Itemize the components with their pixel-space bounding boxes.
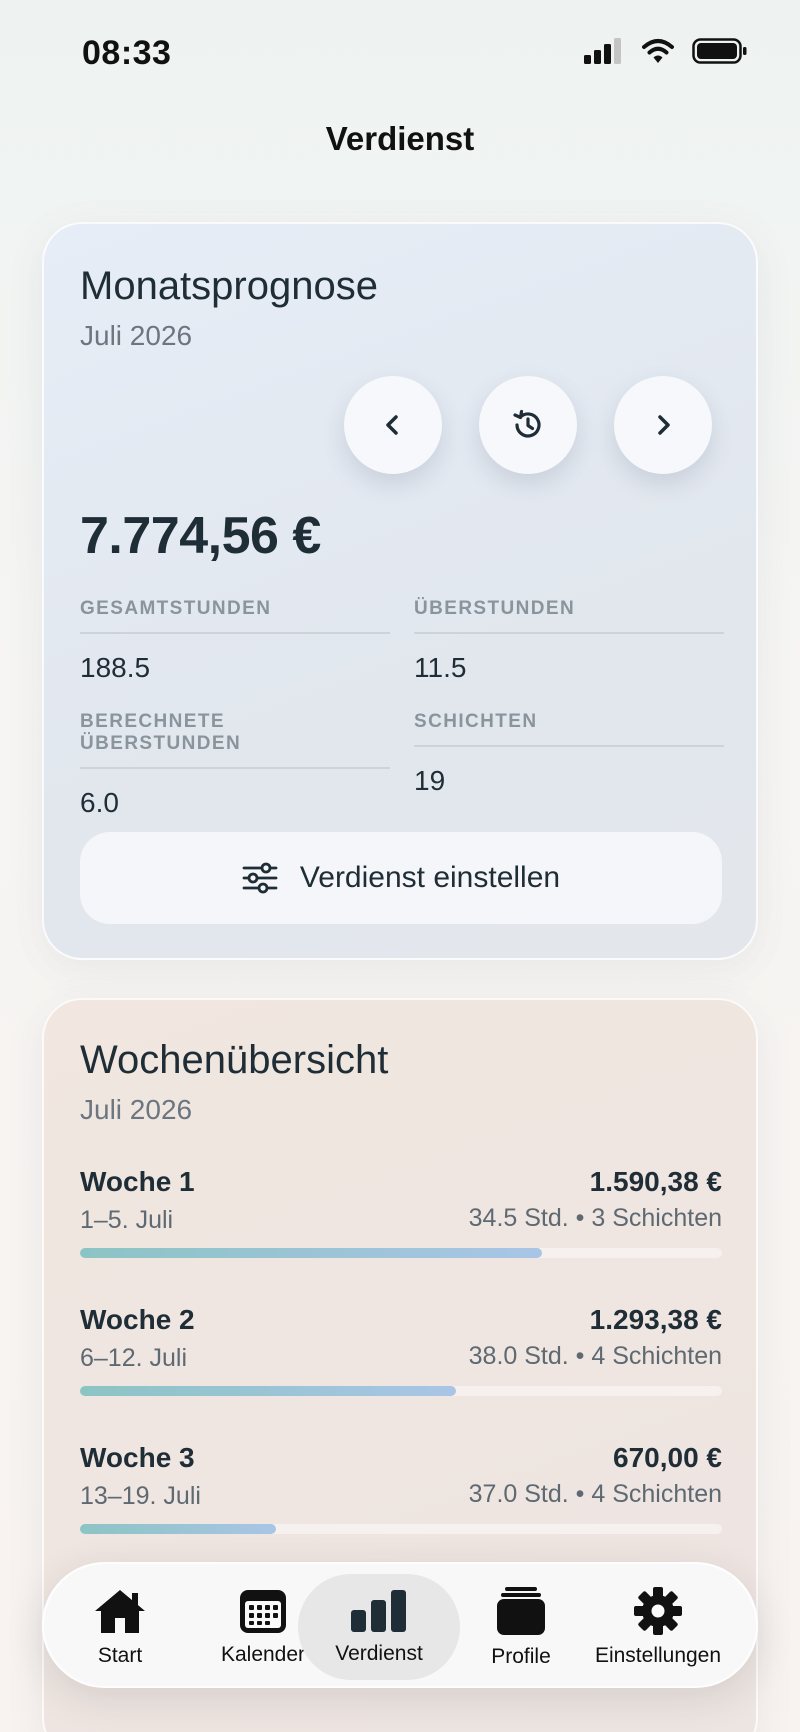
week-progress-fill [80, 1386, 456, 1396]
signal-icon [584, 38, 621, 64]
status-bar: 08:33 [0, 0, 800, 100]
stat-calculated-overtime: BERECHNETE ÜBERSTUNDEN 6.0 [80, 711, 390, 819]
calendar-icon [240, 1590, 286, 1633]
stat-value: 11.5 [414, 652, 467, 683]
stat-label: SCHICHTEN [414, 711, 724, 747]
gear-icon [634, 1587, 682, 1635]
tab-label: Profile [491, 1645, 551, 1668]
week-progress-fill [80, 1524, 276, 1534]
forecast-card: Monatsprognose Juli 2026 7.774,56 € GESA… [42, 222, 758, 960]
tab-label: Kalender [220, 1643, 306, 1666]
chevron-left-icon [386, 415, 398, 435]
week-name: Woche 1 [80, 1166, 195, 1197]
stat-label: GESAMTSTUNDEN [80, 598, 390, 634]
tab-label: Start [97, 1644, 143, 1667]
status-time: 08:33 [82, 34, 172, 72]
chevron-right-icon [658, 415, 670, 435]
week-row[interactable]: Woche 1 1–5. Juli 1.590,38 € 34.5 Std. •… [80, 1166, 722, 1286]
page-title: Verdienst [325, 120, 475, 157]
earnings-settings-label: Verdienst einstellen [299, 861, 561, 894]
forecast-month: Juli 2026 [80, 320, 193, 351]
week-progress-track [80, 1248, 722, 1258]
week-progress-track [80, 1386, 722, 1396]
bar-chart-icon [351, 1590, 406, 1632]
week-name: Woche 2 [80, 1304, 195, 1335]
week-meta: 38.0 Std. • 4 Schichten [468, 1342, 722, 1370]
week-range: 1–5. Juli [80, 1206, 174, 1234]
tab-start[interactable]: Start [64, 1574, 176, 1680]
forecast-title: Monatsprognose [80, 264, 378, 308]
week-amount: 670,00 € [613, 1442, 722, 1473]
week-range: 6–12. Juli [80, 1344, 188, 1372]
stat-label: BERECHNETE ÜBERSTUNDEN [80, 711, 390, 769]
stat-value: 19 [414, 765, 446, 796]
tab-bar: Start Kalender Verdienst Profile Einstel… [42, 1562, 758, 1688]
tab-verdienst[interactable]: Verdienst [298, 1574, 460, 1680]
week-range: 13–19. Juli [80, 1482, 201, 1510]
week-row[interactable]: Woche 3 13–19. Juli 670,00 € 37.0 Std. •… [80, 1442, 722, 1562]
week-meta: 37.0 Std. • 4 Schichten [468, 1480, 722, 1508]
battery-icon [692, 38, 747, 64]
next-month-button[interactable] [614, 376, 712, 474]
weekly-month: Juli 2026 [80, 1094, 193, 1125]
sliders-icon [242, 862, 278, 894]
week-meta: 34.5 Std. • 3 Schichten [468, 1204, 722, 1232]
tab-profile[interactable]: Profile [462, 1574, 580, 1680]
stack-icon [497, 1587, 545, 1635]
week-name: Woche 3 [80, 1442, 195, 1473]
previous-month-button[interactable] [344, 376, 442, 474]
tab-label: Einstellungen [594, 1644, 722, 1667]
tab-label: Verdienst [335, 1642, 423, 1665]
current-month-button[interactable] [479, 376, 577, 474]
stat-total-hours: GESAMTSTUNDEN 188.5 [80, 598, 390, 684]
wifi-icon [642, 39, 674, 63]
history-icon [513, 409, 541, 438]
house-icon [95, 1590, 145, 1633]
stat-value: 6.0 [80, 787, 119, 818]
weekly-title: Wochenübersicht [80, 1038, 389, 1082]
stat-value: 188.5 [80, 652, 151, 683]
week-row[interactable]: Woche 2 6–12. Juli 1.293,38 € 38.0 Std. … [80, 1304, 722, 1424]
week-amount: 1.293,38 € [589, 1304, 722, 1335]
stat-label: ÜBERSTUNDEN [414, 598, 724, 634]
earnings-settings-button[interactable]: Verdienst einstellen [80, 832, 722, 924]
week-amount: 1.590,38 € [589, 1166, 722, 1197]
status-icons [584, 38, 748, 64]
tab-einstellungen[interactable]: Einstellungen [578, 1574, 738, 1680]
forecast-amount: 7.774,56 € [80, 507, 321, 565]
stat-shifts: SCHICHTEN 19 [414, 711, 724, 797]
week-progress-track [80, 1524, 722, 1534]
stat-overtime: ÜBERSTUNDEN 11.5 [414, 598, 724, 684]
week-progress-fill [80, 1248, 543, 1258]
